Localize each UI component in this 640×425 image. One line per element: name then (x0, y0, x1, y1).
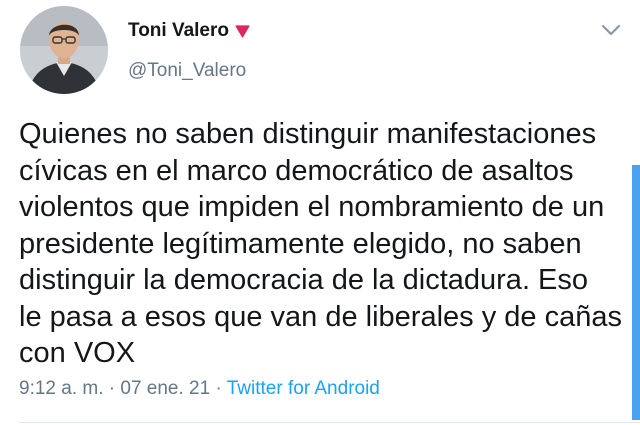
avatar[interactable] (20, 6, 108, 94)
red-down-triangle-icon (235, 24, 250, 38)
meta-separator: · (215, 378, 222, 399)
tweet-text-line: distinguir la democracia de la dictadura… (19, 264, 589, 296)
avatar-photo (20, 6, 108, 94)
tweet-text-line: con VOX (19, 337, 136, 369)
tweet-text-line: presidente legítimamente elegido, no sab… (19, 227, 582, 260)
divider (19, 422, 640, 423)
tweet-time[interactable]: 9:12 a. m. (19, 378, 104, 399)
tweet-text-line: cívicas en el marco democrático de asalt… (19, 154, 574, 187)
user-handle[interactable]: @Toni_Valero (128, 60, 246, 82)
tweet-metadata: 9:12 a. m. · 07 ene. 21 · Twitter for An… (19, 378, 380, 400)
tweet-date[interactable]: 07 ene. 21 (120, 378, 210, 399)
tweet-source-link[interactable]: Twitter for Android (227, 378, 380, 399)
tweet-text-line: Quienes no saben distinguir manifestacio… (19, 118, 597, 150)
meta-separator: · (108, 378, 116, 399)
author-name-row[interactable]: Toni Valero (128, 20, 250, 42)
chevron-down-icon[interactable] (600, 22, 622, 38)
scrollbar[interactable] (632, 165, 640, 420)
tweet-text-line: violentos que impiden el nombramiento de… (19, 191, 605, 223)
tweet-text: Quienes no saben distinguir manifestacio… (19, 116, 624, 372)
tweet-text-line: le pasa a esos que van de liberales y de… (19, 300, 622, 333)
tweet-card: Toni Valero @Toni_Valero Quienes no sabe… (0, 0, 640, 425)
display-name[interactable]: Toni Valero (128, 20, 229, 42)
